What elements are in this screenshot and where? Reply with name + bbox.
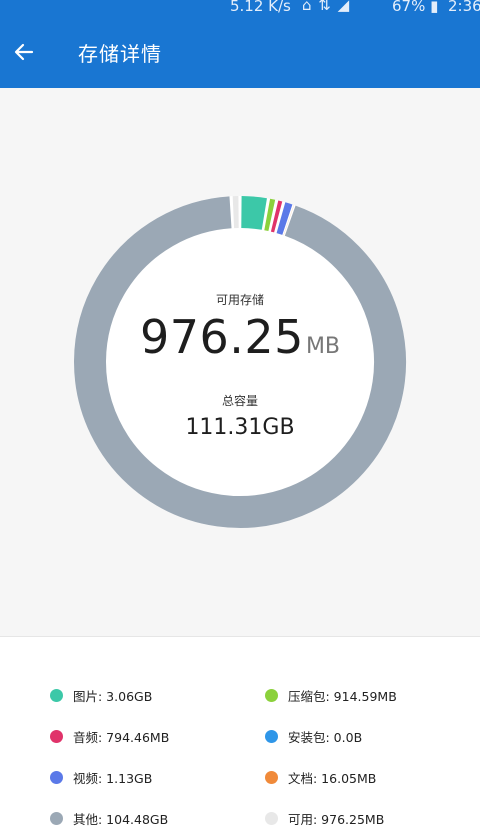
legend-item: 压缩包: 914.59MB	[265, 686, 397, 705]
donut-slice	[264, 198, 276, 232]
donut-slice	[241, 196, 267, 230]
legend-dot	[50, 730, 63, 743]
legend-item: 其他: 104.48GB	[50, 809, 168, 828]
legend-item: 视频: 1.13GB	[50, 768, 152, 787]
page-title: 存储详情	[78, 42, 162, 66]
legend-dot	[50, 771, 63, 784]
app-bar: 存储详情	[0, 16, 480, 88]
total-capacity-value: 111.31GB	[185, 415, 295, 440]
legend-item: 安装包: 0.0B	[265, 727, 362, 746]
legend-dot	[50, 812, 63, 825]
legend-label: 压缩包: 914.59MB	[288, 689, 397, 704]
available-number: 976.25	[139, 310, 304, 364]
legend-label: 安装包: 0.0B	[288, 730, 363, 745]
legend-item: 文档: 16.05MB	[265, 768, 376, 787]
legend-label: 其他: 104.48GB	[73, 812, 169, 827]
legend-label: 图片: 3.06GB	[73, 689, 153, 704]
legend-dot	[265, 689, 278, 702]
battery-indicator: 67% ▮	[392, 0, 439, 15]
donut-slice	[276, 202, 293, 235]
legend-item: 图片: 3.06GB	[50, 686, 152, 705]
legend-item: 音频: 794.46MB	[50, 727, 169, 746]
arrow-left-icon	[14, 43, 34, 61]
available-unit: MB	[305, 334, 341, 359]
storage-legend: 图片: 3.06GB 压缩包: 914.59MB 音频: 794.46MB 安装包: …	[0, 637, 480, 829]
storage-chart-panel: 可用存储 976.25MB 总容量 111.31GB	[0, 88, 480, 636]
network-speed: 5.12 K/s	[230, 0, 291, 15]
legend-label: 文档: 16.05MB	[288, 771, 377, 786]
legend-label: 视频: 1.13GB	[73, 771, 153, 786]
back-button[interactable]	[8, 36, 40, 68]
signal-icons: ⌂ ⇅ ◢	[302, 0, 351, 14]
legend-label: 音频: 794.46MB	[73, 730, 170, 745]
legend-dot	[265, 771, 278, 784]
legend-item: 可用: 976.25MB	[265, 809, 384, 828]
available-storage-value: 976.25MB	[0, 314, 480, 360]
legend-dot	[265, 812, 278, 825]
legend-dot	[50, 689, 63, 702]
donut-slice	[270, 200, 283, 233]
available-storage-label: 可用存储	[215, 293, 264, 307]
status-bar: 5.12 K/s ⌂ ⇅ ◢ 67% ▮ 2:36	[0, 0, 480, 16]
legend-dot	[265, 730, 278, 743]
legend-label: 可用: 976.25MB	[288, 812, 385, 827]
total-capacity-label: 总容量	[221, 394, 258, 408]
clock: 2:36	[448, 0, 480, 15]
